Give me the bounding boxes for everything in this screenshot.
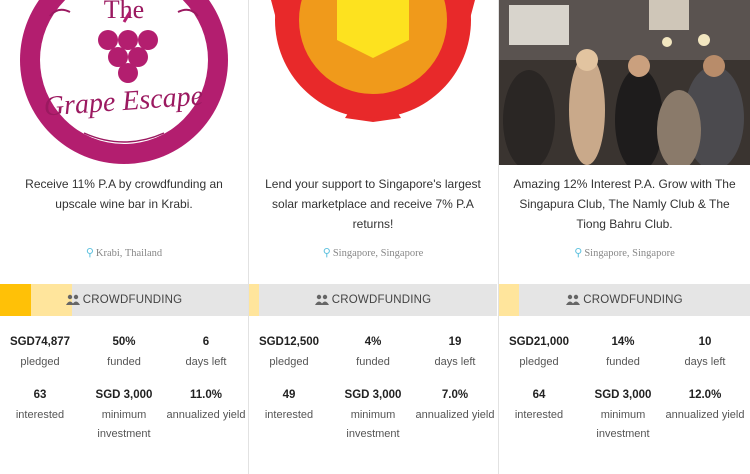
category-label: CROWDFUNDING — [249, 284, 497, 316]
stat-funded: 4% funded — [356, 336, 390, 368]
sun-badge-image — [249, 0, 497, 122]
stat-pledged: SGD21,000 pledged — [508, 336, 570, 368]
project-thumbnail[interactable] — [249, 0, 497, 165]
stat-interested: 49 interested — [264, 389, 314, 421]
stat-minimum-investment: SGD 3,000 minimum investment — [594, 389, 652, 440]
stat-days-left: 6 days left — [185, 336, 227, 368]
project-thumbnail[interactable]: The Grape Escape — [0, 0, 248, 165]
users-icon — [314, 294, 329, 305]
category-text: CROWDFUNDING — [82, 294, 183, 306]
location-text: Singapore, Singapore — [332, 248, 424, 259]
category-text: CROWDFUNDING — [583, 294, 683, 306]
stat-days-left: 19 days left — [434, 336, 476, 368]
project-location: ⚲ Singapore, Singapore — [249, 246, 497, 259]
project-thumbnail[interactable] — [499, 0, 750, 165]
stat-pledged: SGD74,877 pledged — [9, 336, 71, 368]
category-label: CROWDFUNDING — [499, 284, 750, 316]
stat-funded: 50% funded — [107, 336, 141, 368]
location-text: Singapore, Singapore — [584, 248, 675, 259]
project-card-clubs[interactable]: Amazing 12% Interest P.A. Grow with The … — [499, 0, 750, 474]
stat-interested: 64 interested — [514, 389, 564, 421]
funding-progress-bar: CROWDFUNDING — [249, 284, 497, 316]
map-pin-icon: ⚲ — [322, 247, 331, 259]
stat-annualized-yield: 11.0% annualized yield — [166, 389, 246, 421]
users-icon — [566, 294, 581, 305]
funding-progress-bar: CROWDFUNDING — [0, 284, 248, 316]
project-card-grape-escape[interactable]: The Grape Escape Receive 11% P.A by crow… — [0, 0, 248, 474]
map-pin-icon: ⚲ — [574, 247, 583, 259]
stat-minimum-investment: SGD 3,000 minimum investment — [95, 389, 153, 440]
category-label: CROWDFUNDING — [0, 284, 248, 316]
project-title[interactable]: Amazing 12% Interest P.A. Grow with The … — [499, 174, 750, 234]
stat-annualized-yield: 12.0% annualized yield — [665, 389, 745, 421]
stat-interested: 63 interested — [15, 389, 65, 421]
stat-days-left: 10 days left — [684, 336, 726, 368]
location-text: Krabi, Thailand — [95, 248, 163, 259]
project-title[interactable]: Receive 11% P.A by crowdfunding an upsca… — [0, 174, 248, 214]
stat-funded: 14% funded — [606, 336, 640, 368]
bar-crowd-photo — [499, 0, 750, 165]
project-title[interactable]: Lend your support to Singapore's largest… — [249, 174, 497, 234]
funding-progress-bar: CROWDFUNDING — [499, 284, 750, 316]
users-icon — [65, 294, 80, 305]
stat-pledged: SGD12,500 pledged — [258, 336, 320, 368]
project-location: ⚲ Krabi, Thailand — [0, 246, 248, 259]
category-text: CROWDFUNDING — [331, 294, 432, 306]
map-pin-icon: ⚲ — [85, 247, 94, 259]
project-location: ⚲ Singapore, Singapore — [499, 246, 750, 259]
stat-minimum-investment: SGD 3,000 minimum investment — [344, 389, 402, 440]
grape-escape-logo: The Grape Escape — [20, 0, 228, 164]
stat-annualized-yield: 7.0% annualized yield — [415, 389, 495, 421]
project-card-solar[interactable]: Lend your support to Singapore's largest… — [249, 0, 497, 474]
